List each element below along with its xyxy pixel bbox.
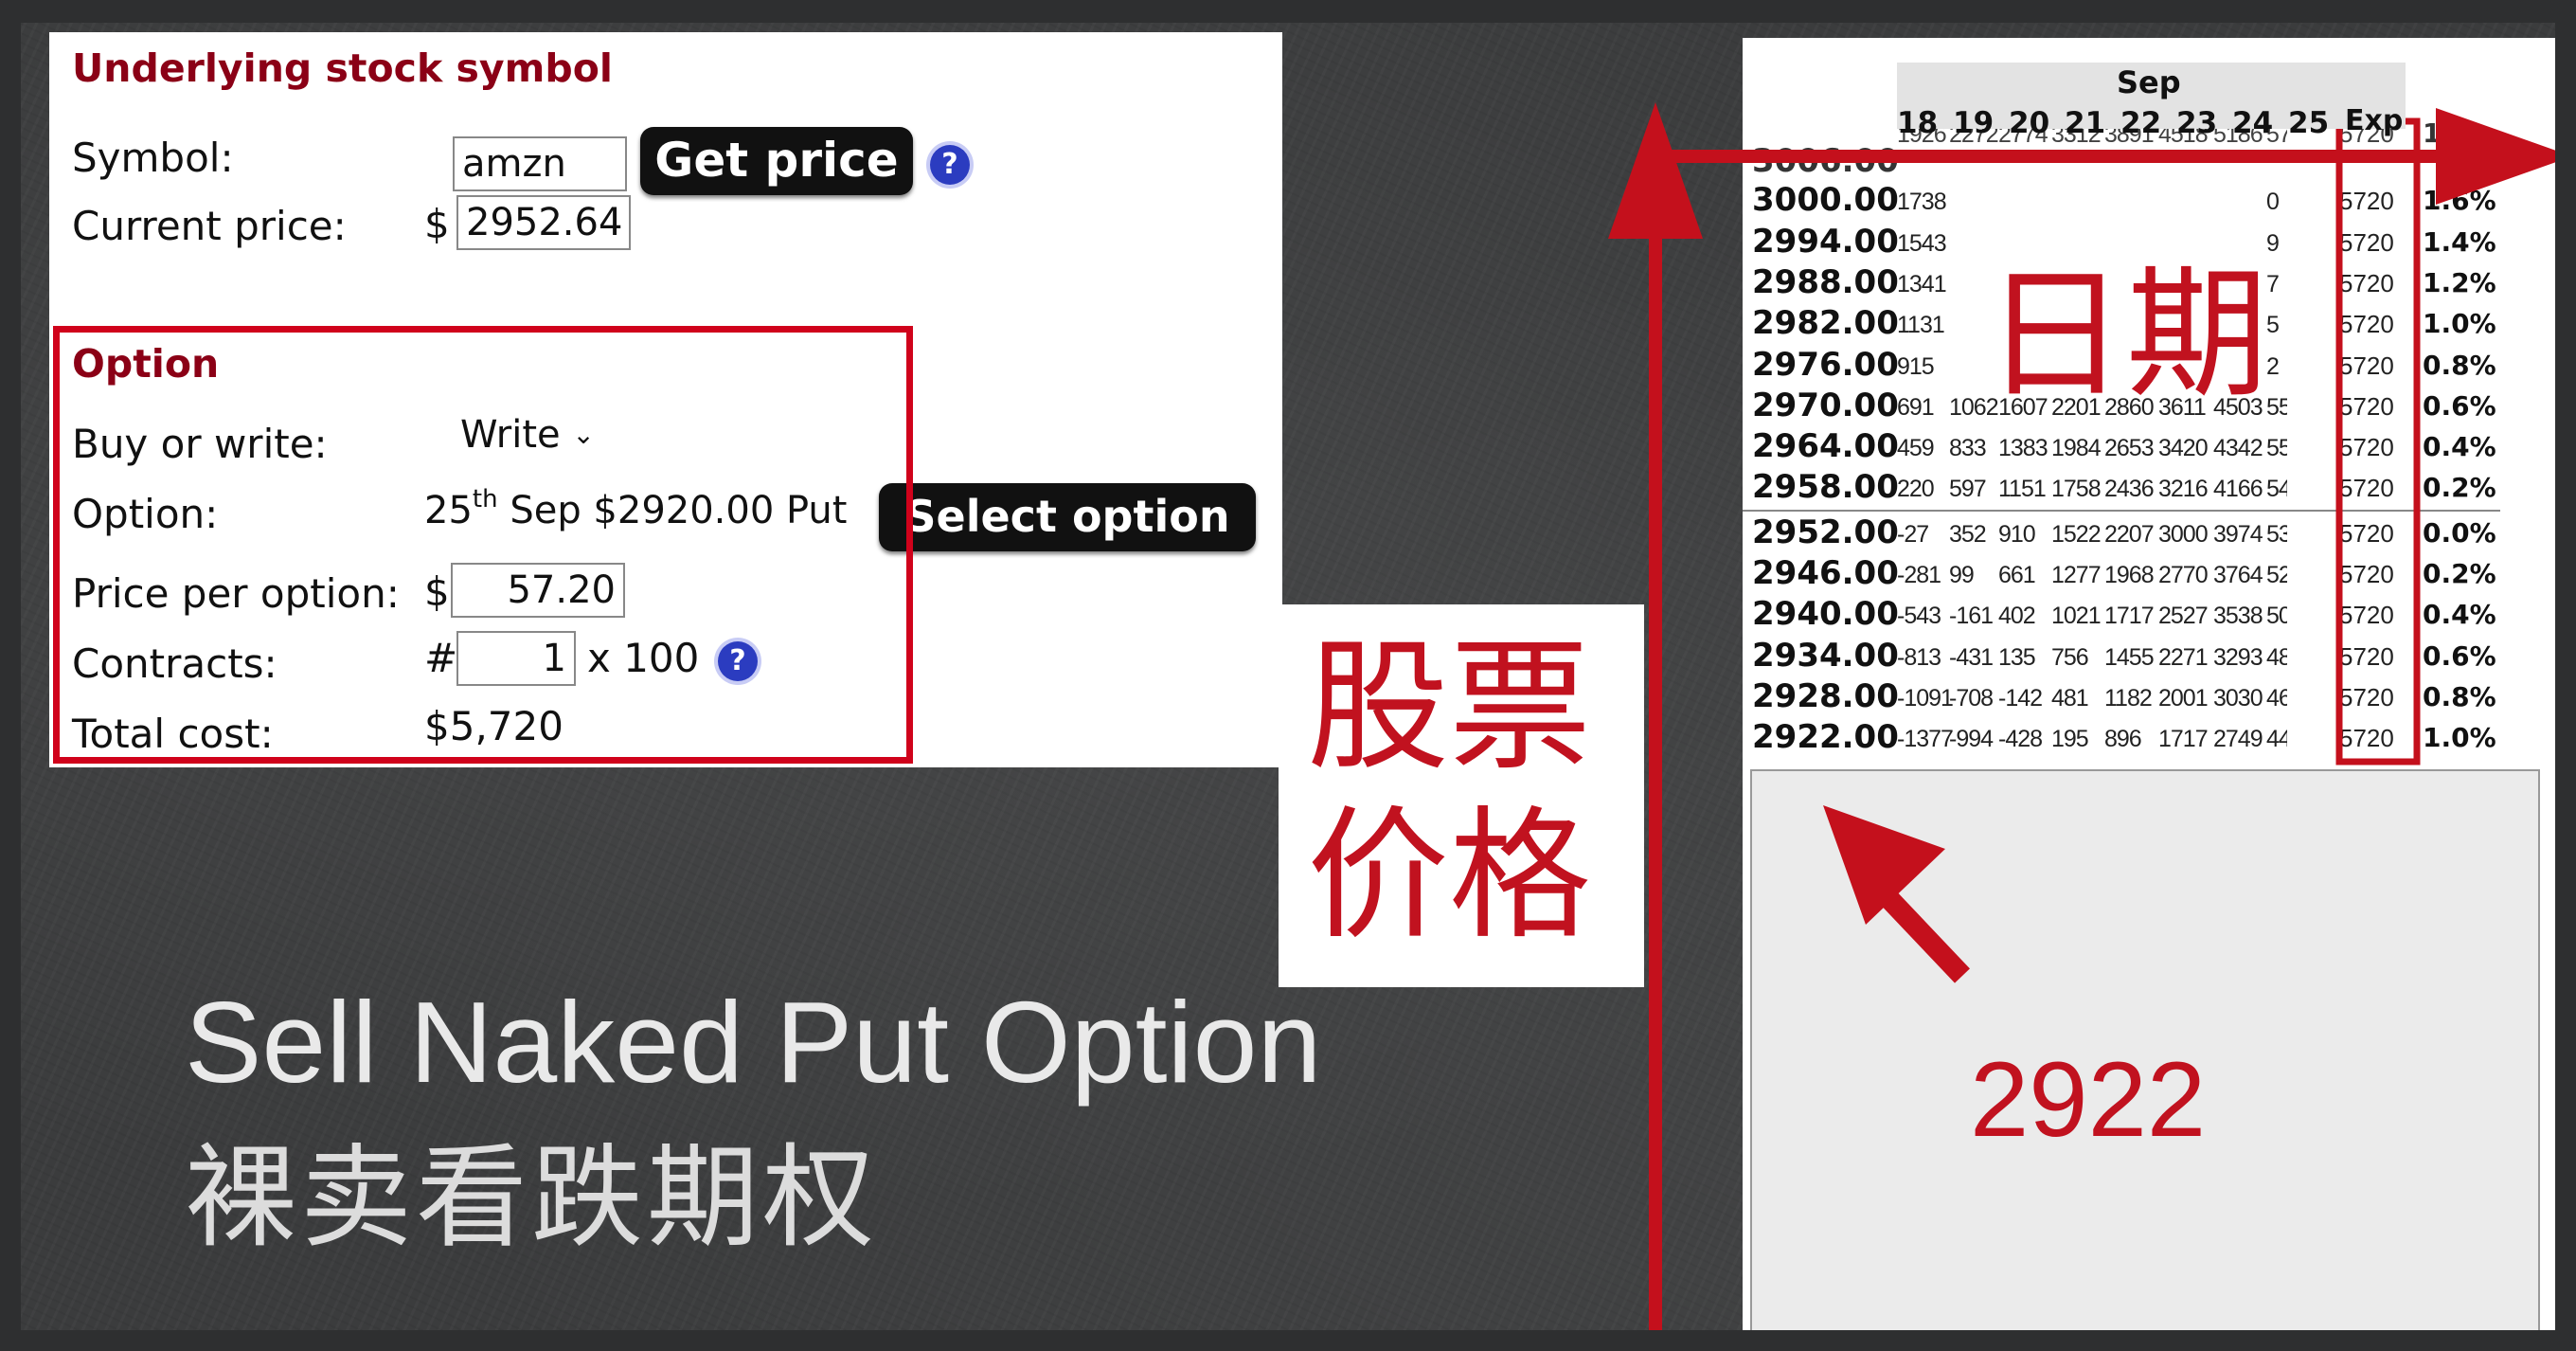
chalkboard-frame (0, 0, 2576, 1351)
day-header: 25 (2288, 106, 2330, 140)
exp-header: Exp (2345, 104, 2404, 137)
month-header: Sep (2117, 64, 2181, 100)
day-header: 18 (1897, 106, 1939, 140)
day-header: 19 (1953, 106, 1995, 140)
day-header: 24 (2232, 106, 2274, 140)
day-header: 22 (2120, 106, 2162, 140)
day-header: 23 (2176, 106, 2218, 140)
day-header: 20 (2009, 106, 2050, 140)
day-header: 21 (2065, 106, 2106, 140)
